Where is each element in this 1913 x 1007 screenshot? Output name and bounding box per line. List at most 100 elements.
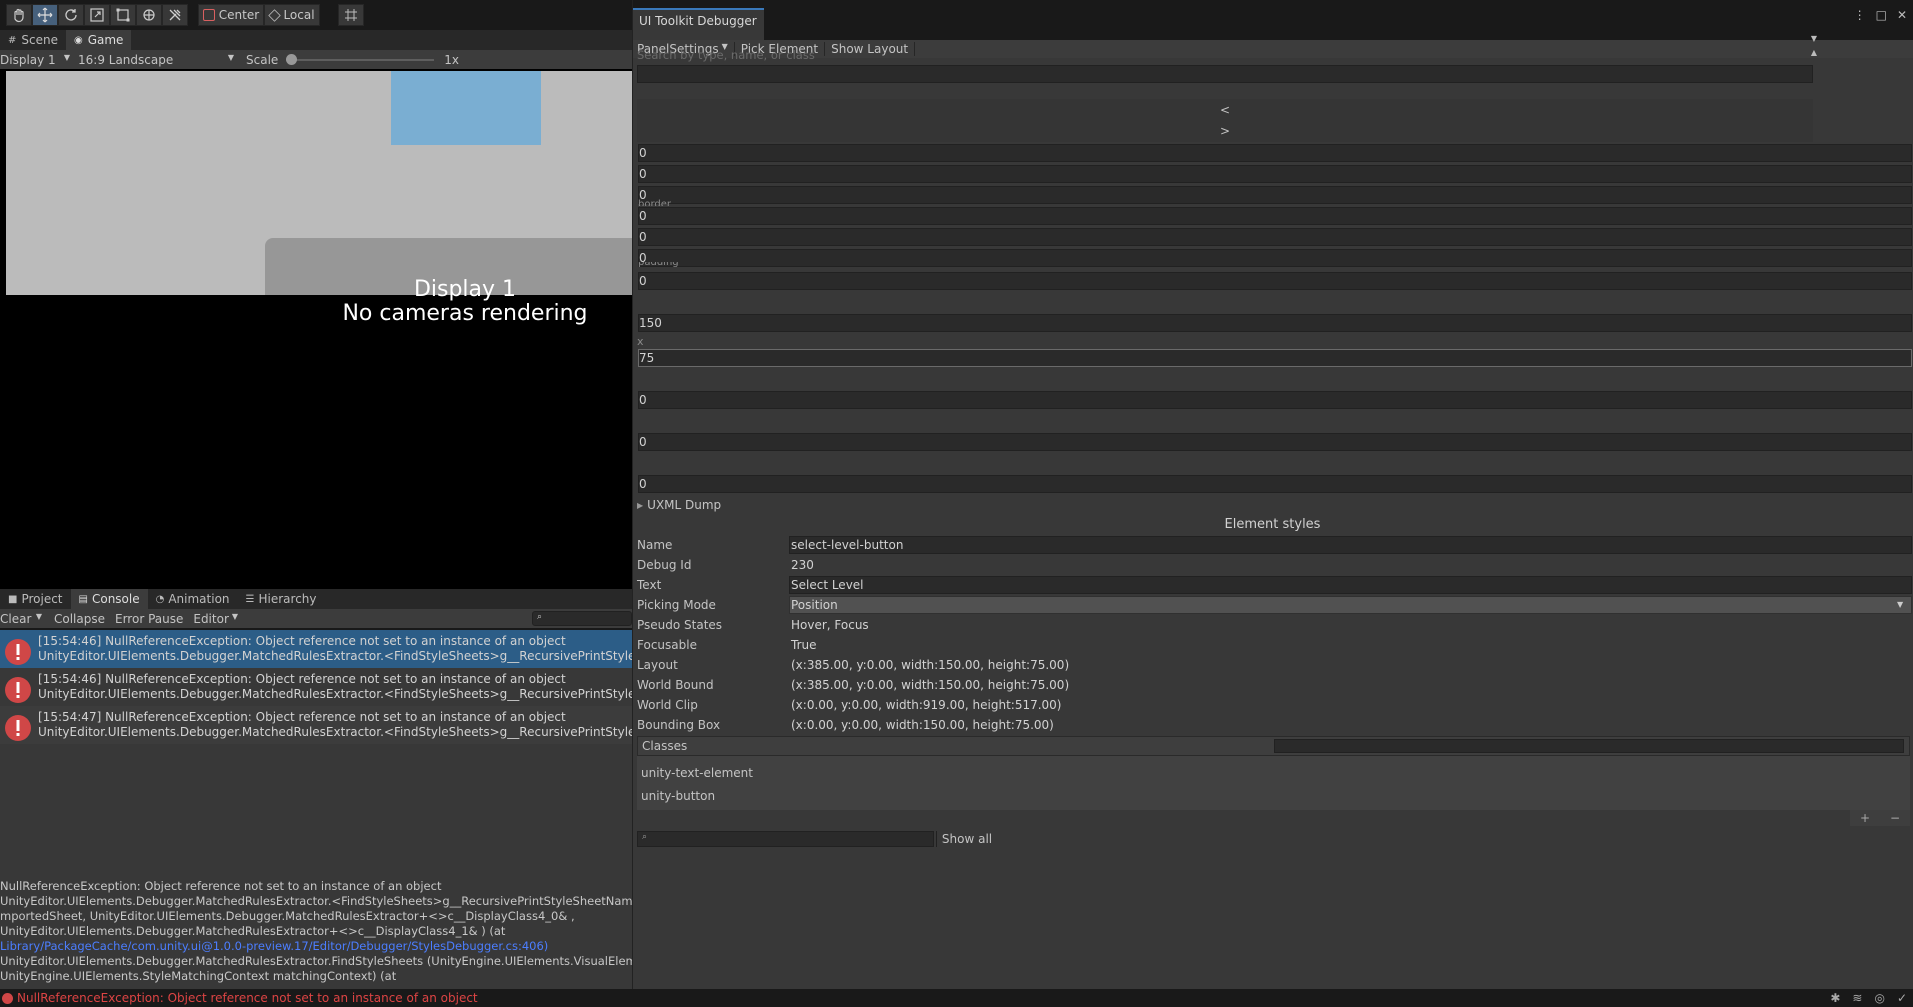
stacktrace-link[interactable]: Library/PackageCache/com.unity.ui@1.0.0-…	[0, 939, 632, 954]
pivot-center-button[interactable]: Center	[198, 4, 264, 26]
tab-ui-toolkit-debugger[interactable]: UI Toolkit Debugger	[633, 8, 764, 40]
status-message[interactable]: NullReferenceException: Object reference…	[17, 991, 478, 1005]
width-value: 150	[639, 316, 662, 330]
scale-slider-thumb[interactable]	[286, 53, 298, 65]
console-entry[interactable]: [15:54:47] NullReferenceException: Objec…	[0, 706, 632, 744]
rotate-tool-button[interactable]	[58, 4, 84, 26]
layout-field[interactable]	[638, 144, 1912, 162]
scroll-up-icon[interactable]: ▼	[1811, 34, 1817, 43]
next-match-button[interactable]: >	[637, 121, 1813, 142]
picking-mode-dropdown[interactable]	[789, 596, 1912, 614]
debug-mode-icon[interactable]: ◎	[1874, 991, 1884, 1005]
layout-value: 0	[639, 435, 647, 449]
tab-game[interactable]: ◉ Game	[65, 30, 132, 50]
uxml-dump-foldout[interactable]: ▶ UXML Dump	[637, 498, 721, 512]
layout-field[interactable]	[638, 207, 1912, 225]
no-camera-message: Display 1 No cameras rendering	[342, 277, 588, 326]
dropdown-arrow-icon: ▼	[35, 611, 42, 621]
collapse-button[interactable]: Collapse	[54, 612, 105, 626]
prop-value: Position	[791, 598, 838, 612]
transform-tool-button[interactable]	[136, 4, 162, 26]
prop-value: Hover, Focus	[791, 618, 869, 632]
layout-value: 0	[639, 393, 647, 407]
class-item[interactable]: unity-text-element	[641, 766, 753, 780]
prop-label: Name	[637, 538, 673, 552]
console-search-field[interactable]: ⌕	[532, 611, 632, 626]
show-layout-toggle[interactable]: Show Layout	[825, 42, 916, 56]
name-field[interactable]	[789, 536, 1912, 554]
pivot-local-button[interactable]: Local	[264, 4, 320, 26]
layout-field[interactable]	[638, 186, 1912, 204]
tab-console[interactable]: ▤ Console	[70, 589, 148, 609]
hand-tool-button[interactable]	[6, 4, 32, 26]
error-pause-button[interactable]: Error Pause	[115, 612, 183, 626]
scale-tool-button[interactable]	[84, 4, 110, 26]
layers-icon[interactable]: ≋	[1852, 991, 1862, 1005]
console-entry[interactable]: [15:54:46] NullReferenceException: Objec…	[0, 668, 632, 706]
search-input[interactable]: Search by type, name, or class	[637, 48, 815, 62]
layout-field[interactable]	[638, 433, 1912, 451]
add-icon[interactable]: +	[1860, 811, 1870, 825]
height-field[interactable]	[638, 349, 1912, 367]
tab-scene[interactable]: # Scene	[0, 30, 66, 50]
tab-animation[interactable]: ◔ Animation	[148, 589, 238, 609]
search-icon: ⌕	[642, 832, 648, 842]
style-search-field[interactable]: ⌕	[637, 831, 934, 847]
maximize-icon[interactable]: □	[1876, 8, 1887, 22]
editor-dropdown[interactable]: Editor ▼	[193, 612, 238, 626]
console-icon: ▤	[78, 593, 88, 605]
prop-label: World Clip	[637, 698, 698, 712]
bug-icon[interactable]: ✱	[1830, 991, 1840, 1005]
pivot-icon	[202, 9, 215, 21]
error-icon	[2, 992, 13, 1004]
dropdown-arrow-icon: ▼	[227, 52, 234, 62]
prop-value: True	[791, 638, 817, 652]
console-entry[interactable]: [15:54:46] NullReferenceException: Objec…	[0, 630, 632, 668]
error-icon	[5, 677, 31, 703]
element-styles-header: Element styles	[1224, 517, 1321, 532]
custom-tool-button[interactable]	[162, 4, 188, 26]
tab-hierarchy[interactable]: ☰ Hierarchy	[238, 589, 325, 609]
animation-icon: ◔	[155, 593, 165, 605]
prev-match-button[interactable]: <	[637, 99, 1813, 121]
dropdown-arrow-icon: ▼	[231, 611, 239, 621]
layout-field[interactable]	[638, 165, 1912, 183]
scale-slider[interactable]	[286, 53, 436, 66]
display-dropdown[interactable]: Display 1 ▼	[0, 53, 74, 67]
layout-field[interactable]	[638, 391, 1912, 409]
error-icon	[5, 639, 31, 665]
scroll-up-arrow-icon[interactable]: ▲	[1811, 48, 1817, 57]
search-icon: ⌕	[537, 612, 543, 622]
show-all-toggle[interactable]: Show all	[939, 832, 995, 846]
height-value: 75	[639, 351, 655, 365]
prop-value: (x:385.00, y:0.00, width:150.00, height:…	[791, 658, 1070, 672]
prop-label: Debug Id	[637, 558, 692, 572]
hierarchy-search-field[interactable]	[637, 65, 1813, 83]
more-options-icon[interactable]: ⋮	[1854, 8, 1866, 22]
prop-label: Bounding Box	[637, 718, 721, 732]
rect-tool-button[interactable]	[110, 4, 136, 26]
close-icon[interactable]: ✕	[1897, 8, 1907, 22]
classes-header: Classes	[637, 736, 1910, 756]
layout-field[interactable]	[638, 272, 1912, 290]
prop-value: Select Level	[791, 578, 864, 592]
layout-field[interactable]	[638, 475, 1912, 493]
tab-project[interactable]: ■ Project	[0, 589, 71, 609]
aspect-dropdown[interactable]: 16:9 Landscape ▼	[78, 53, 238, 67]
move-tool-button[interactable]	[32, 4, 58, 26]
width-field[interactable]	[638, 314, 1912, 332]
prop-value: select-level-button	[791, 538, 904, 552]
clear-button[interactable]: Clear ▼	[0, 612, 46, 626]
class-item[interactable]: unity-button	[641, 789, 715, 803]
remove-icon[interactable]: −	[1890, 811, 1900, 825]
console-toolbar: Clear ▼ Collapse Error Pause Editor ▼ ⌕	[0, 609, 632, 628]
progress-icon[interactable]: ✓	[1897, 991, 1907, 1005]
bottom-panel-tabs: ■ Project ▤ Console ◔ Animation ☰ Hierarchy	[0, 589, 632, 609]
layout-field[interactable]	[638, 249, 1912, 267]
layout-field[interactable]	[638, 228, 1912, 246]
text-field[interactable]	[789, 576, 1912, 594]
grid-snap-button[interactable]	[338, 4, 364, 26]
add-class-field[interactable]	[1274, 739, 1904, 753]
prop-label: Layout	[637, 658, 678, 672]
foldout-arrow-icon: ▶	[637, 500, 644, 510]
